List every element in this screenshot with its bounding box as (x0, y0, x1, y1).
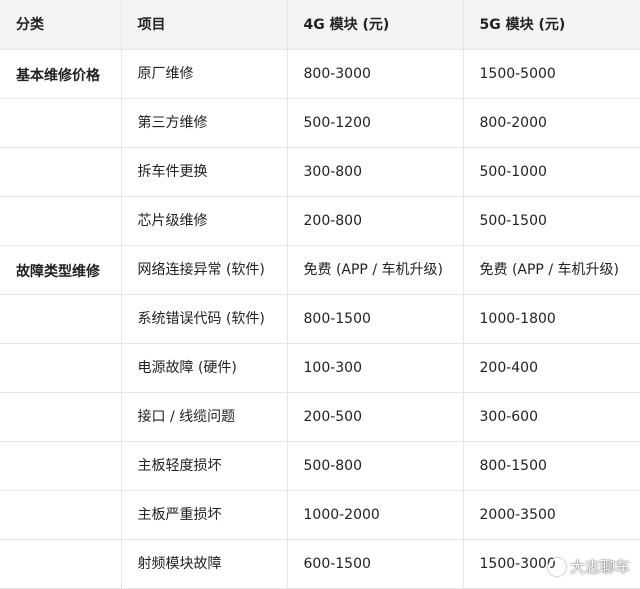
category-cell: 基本维修价格 (0, 49, 122, 99)
price-4g-cell: 200-500 (287, 392, 464, 442)
watermark: 大志聊车 (547, 556, 630, 577)
table-row: 芯片级维修 200-800 500-1500 (0, 196, 640, 246)
item-cell: 主板轻度损坏 (121, 441, 288, 491)
table-row: 接口 / 线缆问题 200-500 300-600 (0, 392, 640, 442)
price-5g-cell: 500-1500 (463, 196, 640, 246)
price-4g-cell: 100-300 (287, 343, 464, 393)
price-table: 分类 项目 4G 模块 (元) 5G 模块 (元) 基本维修价格 原厂维修 80… (0, 0, 640, 589)
price-5g-cell: 300-600 (463, 392, 640, 442)
category-cell (0, 490, 122, 540)
category-cell (0, 392, 122, 442)
price-5g-cell: 2000-3500 (463, 490, 640, 540)
price-5g-cell: 免费 (APP / 车机升级) (463, 245, 640, 295)
price-4g-cell: 800-3000 (287, 49, 464, 99)
price-4g-cell: 免费 (APP / 车机升级) (287, 245, 464, 295)
item-cell: 网络连接异常 (软件) (121, 245, 288, 295)
table-header-row: 分类 项目 4G 模块 (元) 5G 模块 (元) (0, 0, 640, 50)
item-cell: 射频模块故障 (121, 539, 288, 589)
price-5g-cell: 800-2000 (463, 98, 640, 148)
header-5g-module: 5G 模块 (元) (463, 0, 640, 50)
table-row: 第三方维修 500-1200 800-2000 (0, 98, 640, 148)
item-cell: 接口 / 线缆问题 (121, 392, 288, 442)
item-cell: 系统错误代码 (软件) (121, 294, 288, 344)
price-4g-cell: 600-1500 (287, 539, 464, 589)
item-cell: 拆车件更换 (121, 147, 288, 197)
item-cell: 芯片级维修 (121, 196, 288, 246)
circle-logo-icon (547, 557, 566, 576)
price-4g-cell: 800-1500 (287, 294, 464, 344)
category-cell (0, 196, 122, 246)
category-cell: 故障类型维修 (0, 245, 122, 295)
price-4g-cell: 200-800 (287, 196, 464, 246)
item-cell: 主板严重损坏 (121, 490, 288, 540)
table-row: 系统错误代码 (软件) 800-1500 1000-1800 (0, 294, 640, 344)
price-5g-cell: 1000-1800 (463, 294, 640, 344)
header-4g-module: 4G 模块 (元) (287, 0, 464, 50)
header-item: 项目 (121, 0, 288, 50)
table-row: 射频模块故障 600-1500 1500-3000 (0, 539, 640, 589)
header-category: 分类 (0, 0, 122, 50)
category-cell (0, 343, 122, 393)
category-cell (0, 441, 122, 491)
price-4g-cell: 1000-2000 (287, 490, 464, 540)
price-5g-cell: 200-400 (463, 343, 640, 393)
table-row: 主板轻度损坏 500-800 800-1500 (0, 441, 640, 491)
watermark-text: 大志聊车 (569, 558, 630, 576)
price-5g-cell: 1500-5000 (463, 49, 640, 99)
category-cell (0, 294, 122, 344)
price-4g-cell: 500-800 (287, 441, 464, 491)
item-cell: 第三方维修 (121, 98, 288, 148)
category-cell (0, 147, 122, 197)
table-row: 拆车件更换 300-800 500-1000 (0, 147, 640, 197)
price-5g-cell: 800-1500 (463, 441, 640, 491)
category-cell (0, 539, 122, 589)
price-4g-cell: 500-1200 (287, 98, 464, 148)
category-cell (0, 98, 122, 148)
price-4g-cell: 300-800 (287, 147, 464, 197)
item-cell: 原厂维修 (121, 49, 288, 99)
item-cell: 电源故障 (硬件) (121, 343, 288, 393)
table-row: 基本维修价格 原厂维修 800-3000 1500-5000 (0, 49, 640, 99)
price-5g-cell: 500-1000 (463, 147, 640, 197)
table-row: 主板严重损坏 1000-2000 2000-3500 (0, 490, 640, 540)
table-row: 电源故障 (硬件) 100-300 200-400 (0, 343, 640, 393)
table-row: 故障类型维修 网络连接异常 (软件) 免费 (APP / 车机升级) 免费 (A… (0, 245, 640, 295)
